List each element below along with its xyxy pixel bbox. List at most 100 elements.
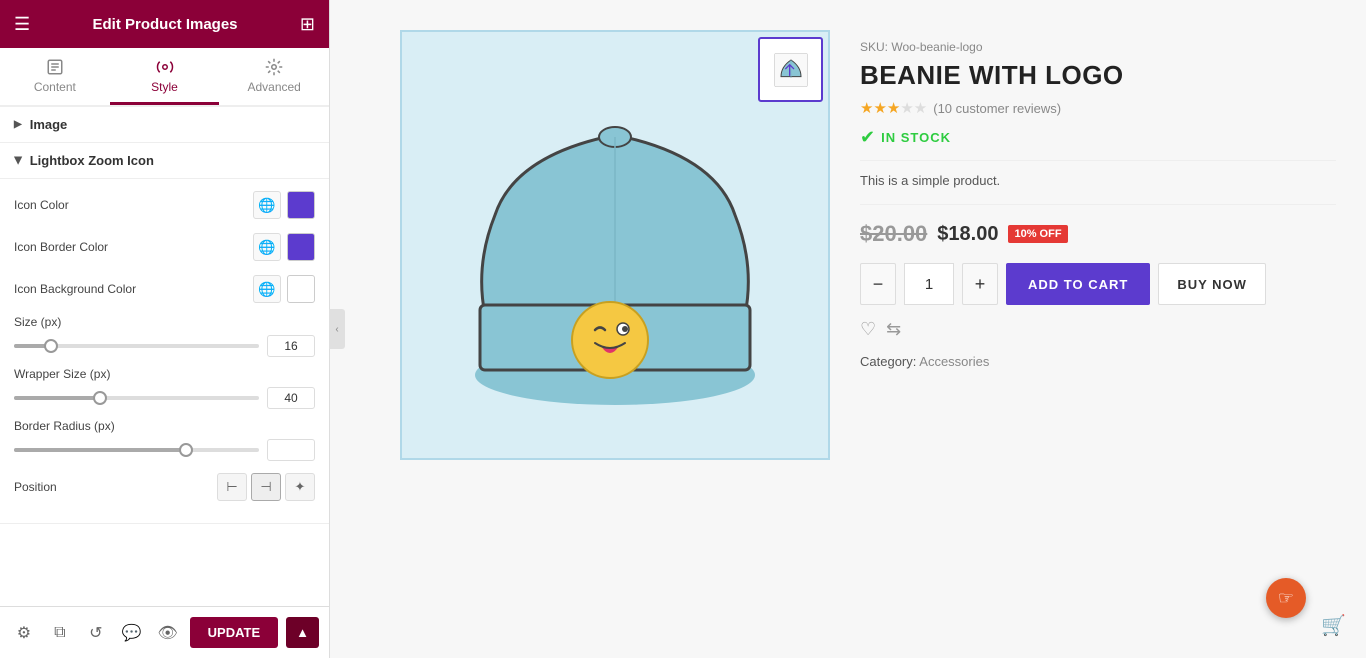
border-radius-slider-thumb[interactable] — [179, 443, 193, 457]
border-radius-slider-row — [14, 439, 315, 461]
thumbnail-image — [771, 50, 811, 90]
action-icons: ♡ ⇆ — [860, 319, 1336, 340]
comment-icon-btn[interactable]: 💬 — [118, 617, 146, 649]
tab-style[interactable]: Style — [110, 48, 220, 105]
icon-color-row: Icon Color 🌐 — [14, 189, 315, 221]
border-radius-value-input[interactable] — [267, 439, 315, 461]
product-image — [455, 85, 775, 405]
update-arrow-button[interactable]: ▲ — [286, 617, 319, 648]
size-slider-row — [14, 335, 315, 357]
icon-color-swatch[interactable] — [287, 191, 315, 219]
size-value-input[interactable] — [267, 335, 315, 357]
qty-minus-btn[interactable]: − — [860, 263, 896, 305]
left-panel: ☰ Edit Product Images ⊞ Content Style — [0, 0, 330, 658]
stock-text: IN STOCK — [881, 130, 951, 145]
qty-plus-btn[interactable]: + — [962, 263, 998, 305]
update-button[interactable]: UPDATE — [190, 617, 278, 648]
buy-now-button[interactable]: BUY NOW — [1158, 263, 1266, 305]
wrapper-size-value-input[interactable] — [267, 387, 315, 409]
icon-color-label: Icon Color — [14, 198, 253, 212]
border-radius-row: Border Radius (px) — [14, 419, 315, 461]
border-radius-slider-track[interactable] — [14, 448, 259, 452]
sku-label: SKU: — [860, 40, 888, 54]
discount-badge: 10% OFF — [1008, 225, 1067, 243]
category-row: Category: Accessories — [860, 354, 1336, 369]
lightbox-section-body: Icon Color 🌐 Icon Border Color 🌐 Icon Ba… — [0, 179, 329, 524]
main-area: SKU: Woo-beanie-logo BEANIE WITH LOGO ★★… — [330, 0, 1366, 658]
tab-content-label: Content — [34, 80, 76, 94]
panel-header: ☰ Edit Product Images ⊞ — [0, 0, 329, 48]
lightbox-arrow-icon: ▶ — [12, 157, 23, 165]
stock-icon: ✔ — [860, 127, 875, 148]
cart-bottom-icon[interactable]: 🛒 — [1321, 613, 1346, 638]
icon-border-color-row: Icon Border Color 🌐 — [14, 231, 315, 263]
size-slider-thumb[interactable] — [44, 339, 58, 353]
position-buttons: ⊢ ⊣ ✦ — [217, 473, 315, 501]
position-row: Position ⊢ ⊣ ✦ — [14, 471, 315, 503]
product-image-wrapper — [400, 30, 830, 460]
cursor-icon: ☞ — [1266, 578, 1306, 618]
icon-bg-color-globe-btn[interactable]: 🌐 — [253, 275, 281, 303]
icon-border-color-globe-btn[interactable]: 🌐 — [253, 233, 281, 261]
product-title: BEANIE WITH LOGO — [860, 60, 1336, 91]
image-section-header[interactable]: ▶ Image — [0, 107, 329, 143]
size-slider-track[interactable] — [14, 344, 259, 348]
hamburger-icon[interactable]: ☰ — [14, 14, 30, 35]
history-icon-btn[interactable]: ↺ — [82, 617, 110, 649]
category-link[interactable]: Accessories — [919, 354, 989, 369]
settings-icon-btn[interactable]: ⚙ — [10, 617, 38, 649]
tab-style-label: Style — [151, 80, 178, 94]
icon-bg-color-row: Icon Background Color 🌐 — [14, 273, 315, 305]
image-section-label: Image — [30, 117, 68, 132]
tab-advanced-label: Advanced — [247, 80, 300, 94]
wrapper-size-slider-thumb[interactable] — [93, 391, 107, 405]
grid-icon[interactable]: ⊞ — [300, 14, 315, 35]
icon-bg-color-swatch[interactable] — [287, 275, 315, 303]
icon-bg-color-controls: 🌐 — [253, 275, 315, 303]
old-price: $20.00 — [860, 221, 927, 247]
icon-border-color-label: Icon Border Color — [14, 240, 253, 254]
product-rating: ★★★★★ (10 customer reviews) — [860, 99, 1336, 117]
icon-bg-color-label: Icon Background Color — [14, 282, 253, 296]
stock-row: ✔ IN STOCK — [860, 127, 1336, 161]
wrapper-size-slider-row — [14, 387, 315, 409]
panel-tabs: Content Style Advanced — [0, 48, 329, 107]
layers-icon-btn[interactable]: ⧉ — [46, 617, 74, 649]
panel-content: ▶ Image ▶ Lightbox Zoom Icon Icon Color … — [0, 107, 329, 606]
size-row: Size (px) — [14, 315, 315, 357]
preview-icon-btn[interactable]: 👁 — [154, 617, 182, 649]
product-sku: SKU: Woo-beanie-logo — [860, 40, 1336, 54]
size-label: Size (px) — [14, 315, 315, 329]
add-to-cart-button[interactable]: ADD TO CART — [1006, 263, 1150, 305]
icon-color-controls: 🌐 — [253, 191, 315, 219]
wishlist-icon[interactable]: ♡ — [860, 319, 876, 340]
pricing-row: $20.00 $18.00 10% OFF — [860, 221, 1336, 247]
pos-btn-custom[interactable]: ✦ — [285, 473, 315, 501]
product-area: SKU: Woo-beanie-logo BEANIE WITH LOGO ★★… — [330, 0, 1366, 490]
position-label: Position — [14, 480, 217, 494]
reviews-link[interactable]: (10 customer reviews) — [933, 101, 1061, 116]
lightbox-section-header[interactable]: ▶ Lightbox Zoom Icon — [0, 143, 329, 179]
cart-row: − + ADD TO CART BUY NOW — [860, 263, 1336, 305]
wrapper-size-row: Wrapper Size (px) — [14, 367, 315, 409]
icon-color-globe-btn[interactable]: 🌐 — [253, 191, 281, 219]
pos-btn-center[interactable]: ⊣ — [251, 473, 281, 501]
panel-footer: ⚙ ⧉ ↺ 💬 👁 UPDATE ▲ — [0, 606, 329, 658]
tab-advanced[interactable]: Advanced — [219, 48, 329, 105]
product-details: SKU: Woo-beanie-logo BEANIE WITH LOGO ★★… — [860, 30, 1336, 369]
category-label: Category: — [860, 354, 916, 369]
product-thumbnail — [758, 37, 823, 102]
sku-value: Woo-beanie-logo — [891, 40, 982, 54]
collapse-handle[interactable]: ‹ — [329, 309, 345, 349]
wrapper-size-slider-track[interactable] — [14, 396, 259, 400]
wrapper-size-label: Wrapper Size (px) — [14, 367, 315, 381]
icon-border-color-controls: 🌐 — [253, 233, 315, 261]
pos-btn-left[interactable]: ⊢ — [217, 473, 247, 501]
qty-input[interactable] — [904, 263, 954, 305]
border-radius-label: Border Radius (px) — [14, 419, 315, 433]
tab-content[interactable]: Content — [0, 48, 110, 105]
new-price: $18.00 — [937, 223, 998, 246]
panel-title: Edit Product Images — [93, 16, 238, 33]
icon-border-color-swatch[interactable] — [287, 233, 315, 261]
compare-icon[interactable]: ⇆ — [886, 319, 901, 340]
